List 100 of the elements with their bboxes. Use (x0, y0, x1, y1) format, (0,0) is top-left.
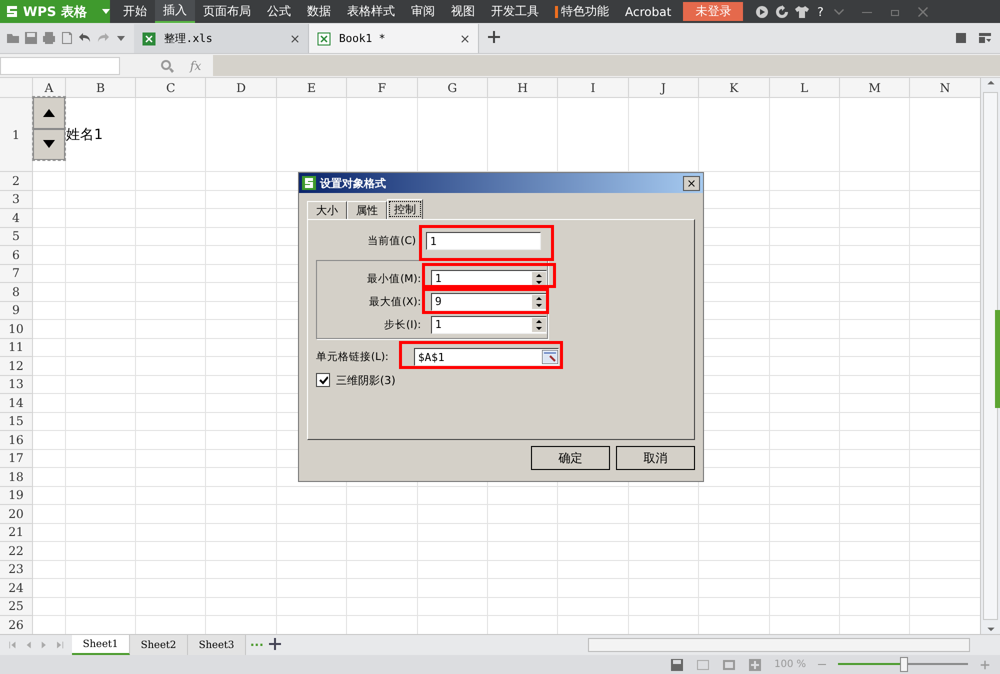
close-icon[interactable] (687, 178, 696, 188)
column-header[interactable]: K (699, 78, 770, 98)
row-header[interactable]: 14 (0, 394, 33, 412)
menu-tab[interactable]: 插入 (155, 0, 195, 23)
row-header[interactable]: 25 (0, 598, 33, 616)
window-icon[interactable] (954, 31, 968, 45)
column-header[interactable]: I (558, 78, 629, 98)
column-header[interactable]: A (33, 78, 66, 98)
row-header[interactable]: 4 (0, 209, 33, 228)
scroll-thumb[interactable] (983, 92, 998, 620)
menu-tab[interactable]: 视图 (443, 0, 483, 23)
row-header[interactable]: 7 (0, 264, 33, 283)
row-header[interactable]: 13 (0, 376, 33, 394)
horizontal-scrollbar[interactable] (588, 638, 970, 652)
refresh-icon[interactable] (775, 4, 790, 18)
row-header[interactable]: 11 (0, 338, 33, 357)
save-icon[interactable] (24, 31, 38, 45)
row-header[interactable]: 5 (0, 228, 33, 246)
menu-tab[interactable]: 数据 (299, 0, 339, 23)
panel-toggle-handle[interactable] (995, 310, 1000, 408)
menu-tab[interactable]: 开发工具 (483, 0, 547, 23)
row-header[interactable]: 26 (0, 616, 33, 634)
sheet-tab[interactable]: Sheet3 (188, 635, 246, 655)
column-header[interactable]: D (206, 78, 277, 98)
row-header[interactable]: 22 (0, 542, 33, 560)
row-header[interactable]: 12 (0, 357, 33, 376)
row-header[interactable]: 18 (0, 468, 33, 486)
zoom-in-icon[interactable] (980, 660, 990, 670)
document-tab[interactable]: 整理.xls (134, 24, 309, 53)
document-tab[interactable]: Book1 * (309, 24, 479, 53)
row-header[interactable]: 21 (0, 524, 33, 542)
normal-view-icon[interactable] (696, 658, 710, 672)
column-header[interactable]: H (488, 78, 558, 98)
dialog-tab[interactable]: 属性 (347, 201, 387, 219)
row-header[interactable]: 23 (0, 560, 33, 579)
next-sheet-icon[interactable] (39, 640, 48, 650)
help-button[interactable]: ? (809, 0, 832, 23)
dialog-tab[interactable]: 大小 (307, 201, 347, 219)
row-header[interactable]: 19 (0, 486, 33, 505)
save-icon[interactable] (670, 658, 684, 672)
full-screen-icon[interactable] (748, 658, 762, 672)
plus-icon[interactable] (268, 636, 282, 650)
menu-tab[interactable]: 特色功能 (547, 0, 617, 23)
column-header[interactable]: F (347, 78, 418, 98)
close-button[interactable] (683, 176, 700, 190)
row-header[interactable]: 2 (0, 172, 33, 190)
row-header[interactable]: 20 (0, 505, 33, 524)
column-header[interactable]: N (910, 78, 981, 98)
menu-tab[interactable]: 公式 (259, 0, 299, 23)
row-header[interactable]: 9 (0, 302, 33, 320)
spinner-icon[interactable] (532, 272, 546, 286)
dialog-button[interactable]: 确定 (531, 446, 610, 470)
row-header[interactable]: 15 (0, 412, 33, 431)
dialog-button[interactable]: 取消 (616, 446, 695, 470)
sheet-tab[interactable]: Sheet1 (72, 635, 130, 655)
sheet-tab[interactable]: Sheet2 (130, 635, 188, 655)
spinner-icon[interactable] (532, 294, 546, 308)
spin-field[interactable]: 1 (431, 316, 547, 334)
vertical-scrollbar[interactable] (980, 78, 1000, 634)
caret-icon[interactable] (102, 8, 110, 14)
play-icon[interactable] (755, 4, 770, 18)
print-icon[interactable] (42, 31, 56, 45)
row-header[interactable]: 17 (0, 450, 33, 468)
menu-tab[interactable]: Acrobat (617, 0, 680, 23)
last-sheet-icon[interactable] (54, 640, 64, 650)
corner-cell[interactable] (0, 78, 33, 98)
formula-input[interactable] (213, 55, 1000, 76)
page-break-view-icon[interactable] (722, 658, 736, 672)
plus-icon[interactable] (487, 30, 501, 44)
row-header[interactable]: 6 (0, 246, 33, 264)
row-header[interactable]: 1 (0, 98, 33, 172)
spinner-icon[interactable] (532, 318, 546, 332)
preview-icon[interactable] (60, 31, 74, 45)
layout-icon[interactable] (978, 31, 992, 45)
spin-field[interactable]: 9 (431, 292, 547, 310)
column-header[interactable]: C (136, 78, 206, 98)
menu-tab[interactable]: 开始 (115, 0, 155, 23)
zoom-icon[interactable] (160, 58, 174, 72)
app-menu-button[interactable]: WPS 表格 (0, 0, 110, 23)
slider-thumb[interactable] (900, 657, 908, 672)
menu-tab[interactable]: 页面布局 (195, 0, 259, 23)
input-field[interactable]: $A$1 (414, 348, 559, 366)
menu-tab[interactable]: 表格样式 (339, 0, 403, 23)
column-header[interactable]: J (628, 78, 700, 98)
range-picker-icon[interactable] (542, 350, 558, 364)
spin-button-control[interactable] (33, 97, 65, 160)
row-header[interactable]: 24 (0, 579, 33, 598)
input-field[interactable]: 1 (426, 232, 541, 250)
row-header[interactable]: 10 (0, 320, 33, 338)
folder-icon[interactable] (6, 31, 20, 45)
row-header[interactable]: 16 (0, 431, 33, 450)
checkbox[interactable] (316, 373, 330, 387)
shirt-icon[interactable] (795, 4, 810, 18)
dialog-tab[interactable]: 控制 (387, 199, 423, 219)
first-sheet-icon[interactable] (8, 640, 18, 650)
column-header[interactable]: M (840, 78, 910, 98)
column-header[interactable]: G (418, 78, 488, 98)
close-icon[interactable] (290, 34, 300, 44)
column-header[interactable]: L (770, 78, 840, 98)
row-header[interactable]: 8 (0, 283, 33, 302)
